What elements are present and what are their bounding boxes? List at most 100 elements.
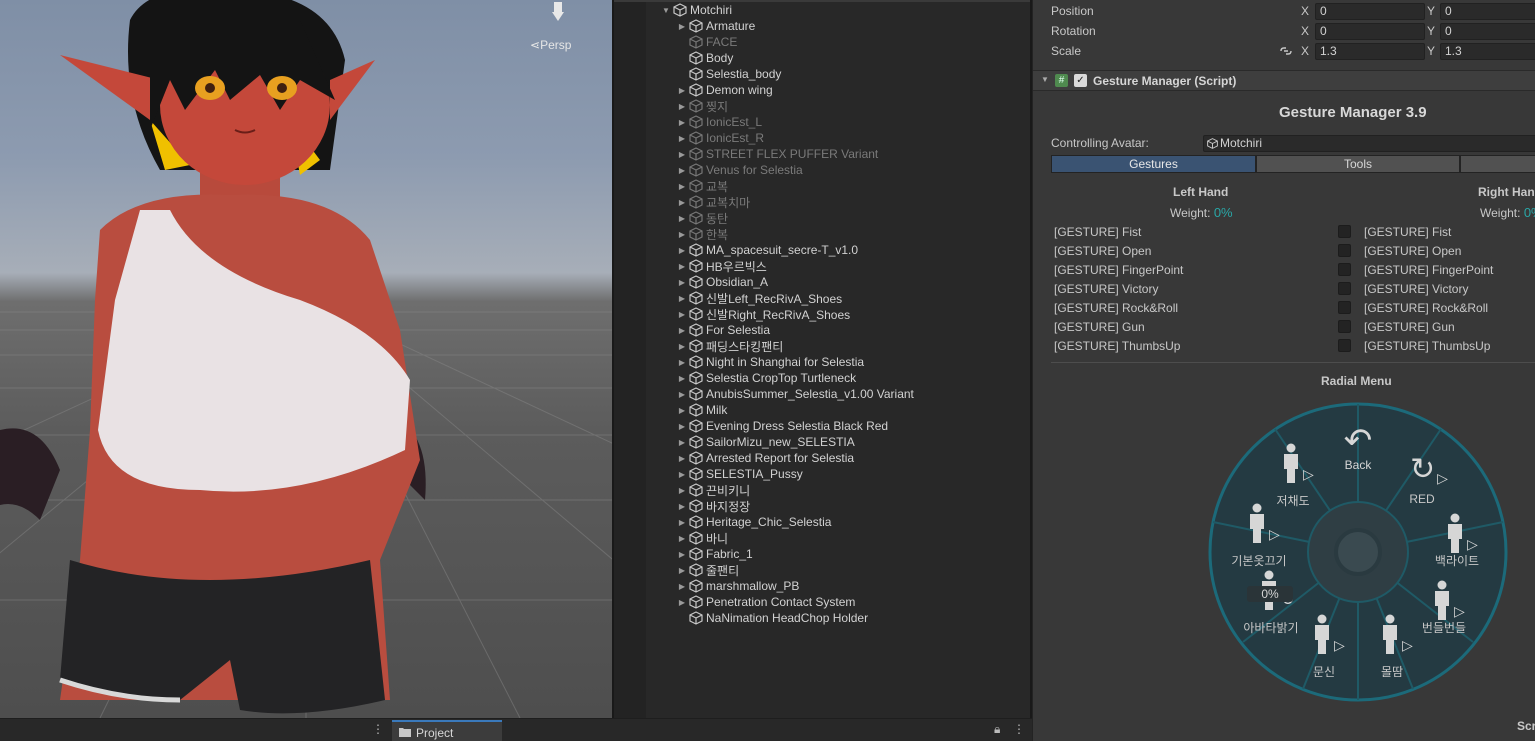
hierarchy-item[interactable]: FACE (676, 34, 737, 50)
gesture-checkbox[interactable] (1338, 225, 1351, 238)
component-enabled-checkbox[interactable]: ✓ (1074, 74, 1087, 87)
hierarchy-item[interactable]: ▶ Demon wing (676, 82, 773, 98)
left-gesture-label[interactable]: [GESTURE] FingerPoint (1054, 263, 1183, 277)
gesture-checkbox[interactable] (1338, 282, 1351, 295)
inspector-panel[interactable]: Position X 0 Y 0 Rotation X 0 Y 0 Scale … (1032, 0, 1535, 741)
expand-arrow-icon[interactable]: ▶ (676, 470, 688, 479)
expand-arrow-icon[interactable]: ▶ (676, 518, 688, 527)
controlling-avatar-field[interactable]: Motchiri (1203, 135, 1535, 152)
position-y-field[interactable]: 0 (1440, 3, 1535, 20)
hierarchy-item[interactable]: ▶ 동탄 (676, 210, 728, 226)
left-gesture-label[interactable]: [GESTURE] Open (1054, 244, 1151, 258)
hierarchy-item[interactable]: ▶ STREET FLEX PUFFER Variant (676, 146, 878, 162)
gesture-checkbox[interactable] (1338, 320, 1351, 333)
hierarchy-item[interactable]: ▶ Milk (676, 402, 727, 418)
hierarchy-item[interactable]: ▶ Night in Shanghai for Selestia (676, 354, 864, 370)
expand-arrow-icon[interactable]: ▶ (676, 86, 688, 95)
expand-arrow-icon[interactable]: ▶ (676, 294, 688, 303)
expand-arrow-icon[interactable]: ▶ (676, 566, 688, 575)
hierarchy-item[interactable]: ▶ Heritage_Chic_Selestia (676, 514, 831, 530)
hierarchy-item[interactable]: ▶ Armature (676, 18, 755, 34)
hierarchy-item[interactable]: ▶ SailorMizu_new_SELESTIA (676, 434, 855, 450)
rotation-x-field[interactable]: 0 (1315, 23, 1425, 40)
hierarchy-item[interactable]: ▶ Arrested Report for Selestia (676, 450, 854, 466)
expand-arrow-icon[interactable]: ▶ (676, 182, 688, 191)
expand-arrow-icon[interactable]: ▶ (676, 486, 688, 495)
expand-arrow-icon[interactable]: ▶ (676, 534, 688, 543)
hierarchy-item[interactable]: ▶ 줄팬티 (676, 562, 739, 578)
link-constrain-icon[interactable] (1279, 45, 1293, 57)
lock-icon[interactable]: 🔒︎ (994, 722, 1000, 737)
tab-gestures[interactable]: Gestures (1051, 155, 1256, 173)
hierarchy-item[interactable]: ▶ 교복 (676, 178, 728, 194)
scale-y-field[interactable]: 1.3 (1440, 43, 1535, 60)
hierarchy-item[interactable]: ▶ 신발Left_RecRivA_Shoes (676, 290, 842, 306)
tab-project[interactable]: Project (392, 720, 502, 741)
hierarchy-item[interactable]: ▶ IonicEst_L (676, 114, 762, 130)
gesture-checkbox[interactable] (1338, 339, 1351, 352)
radial-item-icon[interactable]: ▷ (1445, 513, 1478, 553)
radial-item-icon[interactable]: ▷ (1247, 503, 1280, 543)
hierarchy-item[interactable]: ▶ 한복 (676, 226, 728, 242)
left-gesture-label[interactable]: [GESTURE] Gun (1054, 320, 1145, 334)
expand-arrow-icon[interactable]: ▶ (676, 326, 688, 335)
expand-arrow-icon[interactable]: ▶ (676, 150, 688, 159)
hierarchy-item[interactable]: ▶ AnubisSummer_Selestia_v1.00 Variant (676, 386, 914, 402)
hierarchy-item[interactable]: ▶ Evening Dress Selestia Black Red (676, 418, 888, 434)
hierarchy-item[interactable]: ▶ SELESTIA_Pussy (676, 466, 803, 482)
expand-arrow-icon[interactable]: ▶ (676, 342, 688, 351)
expand-arrow-icon[interactable]: ▶ (676, 246, 688, 255)
expand-arrow-icon[interactable]: ▶ (676, 502, 688, 511)
expand-arrow-icon[interactable]: ▶ (676, 22, 688, 31)
left-gesture-label[interactable]: [GESTURE] Victory (1054, 282, 1158, 296)
radial-item-icon[interactable]: ↻ ▷ (1410, 453, 1448, 487)
right-gesture-label[interactable]: [GESTURE] ThumbsUp (1364, 339, 1490, 353)
expand-arrow-icon[interactable]: ▶ (676, 454, 688, 463)
expand-arrow-icon[interactable]: ▶ (676, 598, 688, 607)
expand-arrow-icon[interactable]: ▶ (676, 374, 688, 383)
hierarchy-item[interactable]: ▶ 바지정장 (676, 498, 750, 514)
hierarchy-item[interactable]: NaNimation HeadChop Holder (676, 610, 868, 626)
gesture-checkbox[interactable] (1338, 301, 1351, 314)
expand-arrow-icon[interactable]: ▶ (676, 582, 688, 591)
hierarchy-panel[interactable]: ▼ Motchiri ▶ Armature FACE Body Selestia_bod… (614, 0, 1030, 718)
hierarchy-item[interactable]: Body (676, 50, 733, 66)
expand-arrow-icon[interactable]: ▶ (676, 438, 688, 447)
hierarchy-item[interactable]: ▶ marshmallow_PB (676, 578, 799, 594)
gesture-checkbox[interactable] (1338, 244, 1351, 257)
expand-arrow-icon[interactable]: ▶ (676, 358, 688, 367)
scene-menu-dots-icon[interactable]: ⋮ (372, 722, 384, 736)
right-gesture-label[interactable]: [GESTURE] Rock&Roll (1364, 301, 1488, 315)
expand-arrow-icon[interactable]: ▶ (676, 102, 688, 111)
gesture-checkbox[interactable] (1338, 263, 1351, 276)
hierarchy-item[interactable]: ▶ Obsidian_A (676, 274, 768, 290)
right-gesture-label[interactable]: [GESTURE] Gun (1364, 320, 1455, 334)
right-gesture-label[interactable]: [GESTURE] FingerPoint (1364, 263, 1493, 277)
expand-arrow-icon[interactable]: ▶ (676, 406, 688, 415)
expand-arrow-icon[interactable]: ▶ (676, 310, 688, 319)
scene-view[interactable]: ⋖Persp (0, 0, 612, 718)
persp-label[interactable]: ⋖Persp (530, 38, 571, 52)
radial-item-icon[interactable]: ▷ (1380, 614, 1413, 654)
position-x-field[interactable]: 0 (1315, 3, 1425, 20)
left-gesture-label[interactable]: [GESTURE] Fist (1054, 225, 1141, 239)
scene-gizmo-icon[interactable] (548, 0, 568, 22)
expand-arrow-icon[interactable]: ▶ (676, 550, 688, 559)
expand-arrow-icon[interactable]: ▶ (676, 214, 688, 223)
hierarchy-item[interactable]: ▶ Venus for Selestia (676, 162, 803, 178)
scale-x-field[interactable]: 1.3 (1315, 43, 1425, 60)
hierarchy-item[interactable]: ▶ 찢지 (676, 98, 728, 114)
hierarchy-item[interactable]: ▶ 바니 (676, 530, 728, 546)
expand-arrow-icon[interactable]: ▶ (676, 390, 688, 399)
expand-arrow-icon[interactable]: ▶ (676, 422, 688, 431)
project-menu-dots-icon[interactable]: ⋮ (1013, 722, 1025, 736)
radial-item-icon[interactable]: ▷ (1312, 614, 1345, 654)
right-gesture-label[interactable]: [GESTURE] Open (1364, 244, 1461, 258)
left-gesture-label[interactable]: [GESTURE] ThumbsUp (1054, 339, 1180, 353)
hierarchy-item[interactable]: ▶ HB우르빅스 (676, 258, 767, 274)
right-gesture-label[interactable]: [GESTURE] Victory (1364, 282, 1468, 296)
radial-back-button[interactable]: ↶ Back (1337, 424, 1379, 472)
tab-tools[interactable]: Tools (1256, 155, 1460, 173)
right-gesture-label[interactable]: [GESTURE] Fist (1364, 225, 1451, 239)
hierarchy-item[interactable]: ▶ 신발Right_RecRivA_Shoes (676, 306, 850, 322)
